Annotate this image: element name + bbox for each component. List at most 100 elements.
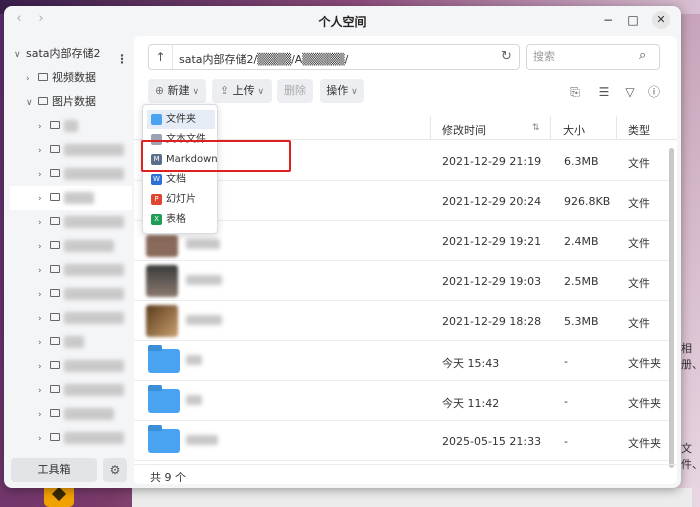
table-row[interactable]: 今天 15:43 - 文件夹 <box>134 341 670 381</box>
blurred-label <box>64 168 124 180</box>
table-row[interactable]: 2021-12-29 18:28 5.3MB 文件 <box>134 301 670 341</box>
scrollbar[interactable] <box>669 148 674 468</box>
sidebar-item-video[interactable]: › 视频数据 <box>26 66 96 90</box>
sidebar-item-label: 图片数据 <box>52 95 96 108</box>
column-divider <box>550 116 551 140</box>
menu-item-spreadsheet[interactable]: X 表格 <box>147 210 215 229</box>
sidebar-subitem[interactable]: › <box>38 426 132 450</box>
column-modified[interactable]: 修改时间 <box>442 122 486 138</box>
refresh-icon[interactable]: ↻ <box>501 49 512 64</box>
blurred-filename <box>186 395 202 405</box>
table-row[interactable]: 2025-05-15 21:33 - 文件夹 <box>134 421 670 461</box>
row-type: 文件夹 <box>628 437 661 450</box>
filter-icon[interactable]: ▽ <box>622 84 638 100</box>
blurred-label <box>64 144 124 156</box>
operations-button[interactable]: 操作 ∨ <box>320 79 364 103</box>
sidebar-subitem[interactable]: › <box>38 282 132 306</box>
blurred-filename <box>186 435 218 445</box>
sidebar-root-label: sata内部存储2 <box>26 47 101 60</box>
toolbox-button[interactable]: 工具箱 <box>11 458 97 482</box>
menu-item-slides[interactable]: P 幻灯片 <box>147 190 215 209</box>
sidebar-subitem[interactable]: › <box>38 210 132 234</box>
blurred-filename <box>186 275 222 285</box>
sidebar-subitem[interactable]: › <box>38 258 132 282</box>
row-size: 5.3MB <box>564 315 599 328</box>
folder-icon <box>151 114 162 125</box>
delete-button[interactable]: 删除 <box>277 79 313 103</box>
row-modified: 今天 15:43 <box>442 357 500 370</box>
sidebar-subitem[interactable]: › <box>38 378 132 402</box>
sidebar-item-pictures[interactable]: ∨ 图片数据 <box>26 90 96 114</box>
sidebar-item-label: 视频数据 <box>52 71 96 84</box>
row-size: - <box>564 435 568 448</box>
blurred-label <box>64 216 124 228</box>
row-size: - <box>564 395 568 408</box>
folder-icon <box>50 385 60 393</box>
minimize-button[interactable]: − <box>599 11 617 29</box>
sidebar-subitem[interactable]: › <box>38 234 132 258</box>
word-icon: W <box>151 174 162 185</box>
sidebar-subitem[interactable]: › <box>38 138 132 162</box>
sidebar-subitem[interactable]: › <box>38 402 132 426</box>
sidebar-subitem[interactable]: › <box>38 354 132 378</box>
more-icon[interactable]: ⋮ <box>116 52 128 66</box>
sidebar-subitem[interactable]: › <box>38 114 132 138</box>
main-panel: ↑ sata内部存储2/▒▒▒▒/A▒▒▒▒▒/ ↻ ⌕ ⊕ 新建 ∨ ⇪ 上传… <box>134 36 677 484</box>
chevron-down-icon[interactable]: ∨ <box>26 91 38 115</box>
item-count: 共 9 个 <box>150 471 186 484</box>
new-button[interactable]: ⊕ 新建 ∨ <box>148 79 206 103</box>
row-size: 6.3MB <box>564 155 599 168</box>
menu-item-folder[interactable]: 文件夹 <box>147 110 215 129</box>
folder-icon <box>148 345 180 373</box>
blurred-filename <box>186 315 222 325</box>
path-bar[interactable]: ↑ sata内部存储2/▒▒▒▒/A▒▒▒▒▒/ ↻ <box>148 44 520 70</box>
sidebar-root[interactable]: ∨ sata内部存储2 <box>14 42 101 66</box>
gear-icon[interactable]: ⚙ <box>103 458 127 482</box>
sort-icon[interactable]: ⇅ <box>532 123 540 133</box>
row-type: 文件 <box>628 317 650 330</box>
maximize-button[interactable]: □ <box>624 11 642 29</box>
list-view-icon[interactable]: ☰ <box>596 84 612 100</box>
background-text-line: 文件、 <box>681 442 700 471</box>
sidebar-subitem-selected[interactable]: › <box>10 186 132 210</box>
column-type[interactable]: 类型 <box>628 122 650 138</box>
menu-item-label: 幻灯片 <box>166 194 196 205</box>
menu-item-document[interactable]: W 文档 <box>147 170 215 189</box>
path-text[interactable]: sata内部存储2/▒▒▒▒/A▒▒▒▒▒/ <box>179 51 348 67</box>
folder-icon <box>50 409 60 417</box>
row-type: 文件 <box>628 277 650 290</box>
close-button[interactable]: ✕ <box>652 11 670 29</box>
row-type: 文件 <box>628 157 650 170</box>
folder-icon <box>50 193 60 201</box>
table-row[interactable]: 今天 11:42 - 文件夹 <box>134 381 670 421</box>
clipboard-icon[interactable]: ⎘ <box>567 84 583 100</box>
column-divider <box>430 116 431 140</box>
column-size[interactable]: 大小 <box>563 122 585 138</box>
annotation-highlight-box <box>141 140 291 172</box>
search-icon[interactable]: ⌕ <box>639 48 646 63</box>
sidebar-subitem[interactable]: › <box>38 306 132 330</box>
folder-icon <box>148 385 180 413</box>
sidebar-subitem[interactable]: › <box>38 330 132 354</box>
row-modified: 2021-12-29 20:24 <box>442 195 542 208</box>
chevron-down-icon: ∨ <box>189 87 200 97</box>
row-modified: 2021-12-29 21:19 <box>442 155 542 168</box>
background-text: 相册、 文件、 <box>681 340 700 472</box>
blurred-label <box>64 336 84 348</box>
chevron-down-icon[interactable]: ∨ <box>14 43 26 67</box>
background-text-line: 相册、 <box>681 342 700 371</box>
info-icon[interactable]: ⓘ <box>646 84 662 100</box>
new-button-label: 新建 <box>167 84 190 97</box>
image-thumbnail <box>146 265 178 297</box>
folder-icon <box>50 145 60 153</box>
sidebar-subitem[interactable]: › <box>38 162 132 186</box>
blurred-label <box>64 288 124 300</box>
folder-icon <box>50 241 60 249</box>
upload-button[interactable]: ⇪ 上传 ∨ <box>212 79 272 103</box>
up-arrow-icon[interactable]: ↑ <box>149 45 173 69</box>
search-box[interactable]: ⌕ <box>526 44 660 70</box>
file-manager-window: ‹ › 个人空间 − □ ✕ ∨ sata内部存储2 ⋮ › 视频数据 ∨ 图片数据 … <box>4 6 681 488</box>
table-row[interactable]: 2021-12-29 19:03 2.5MB 文件 <box>134 261 670 301</box>
search-input[interactable] <box>533 50 633 63</box>
chevron-right-icon[interactable]: › <box>26 67 38 91</box>
